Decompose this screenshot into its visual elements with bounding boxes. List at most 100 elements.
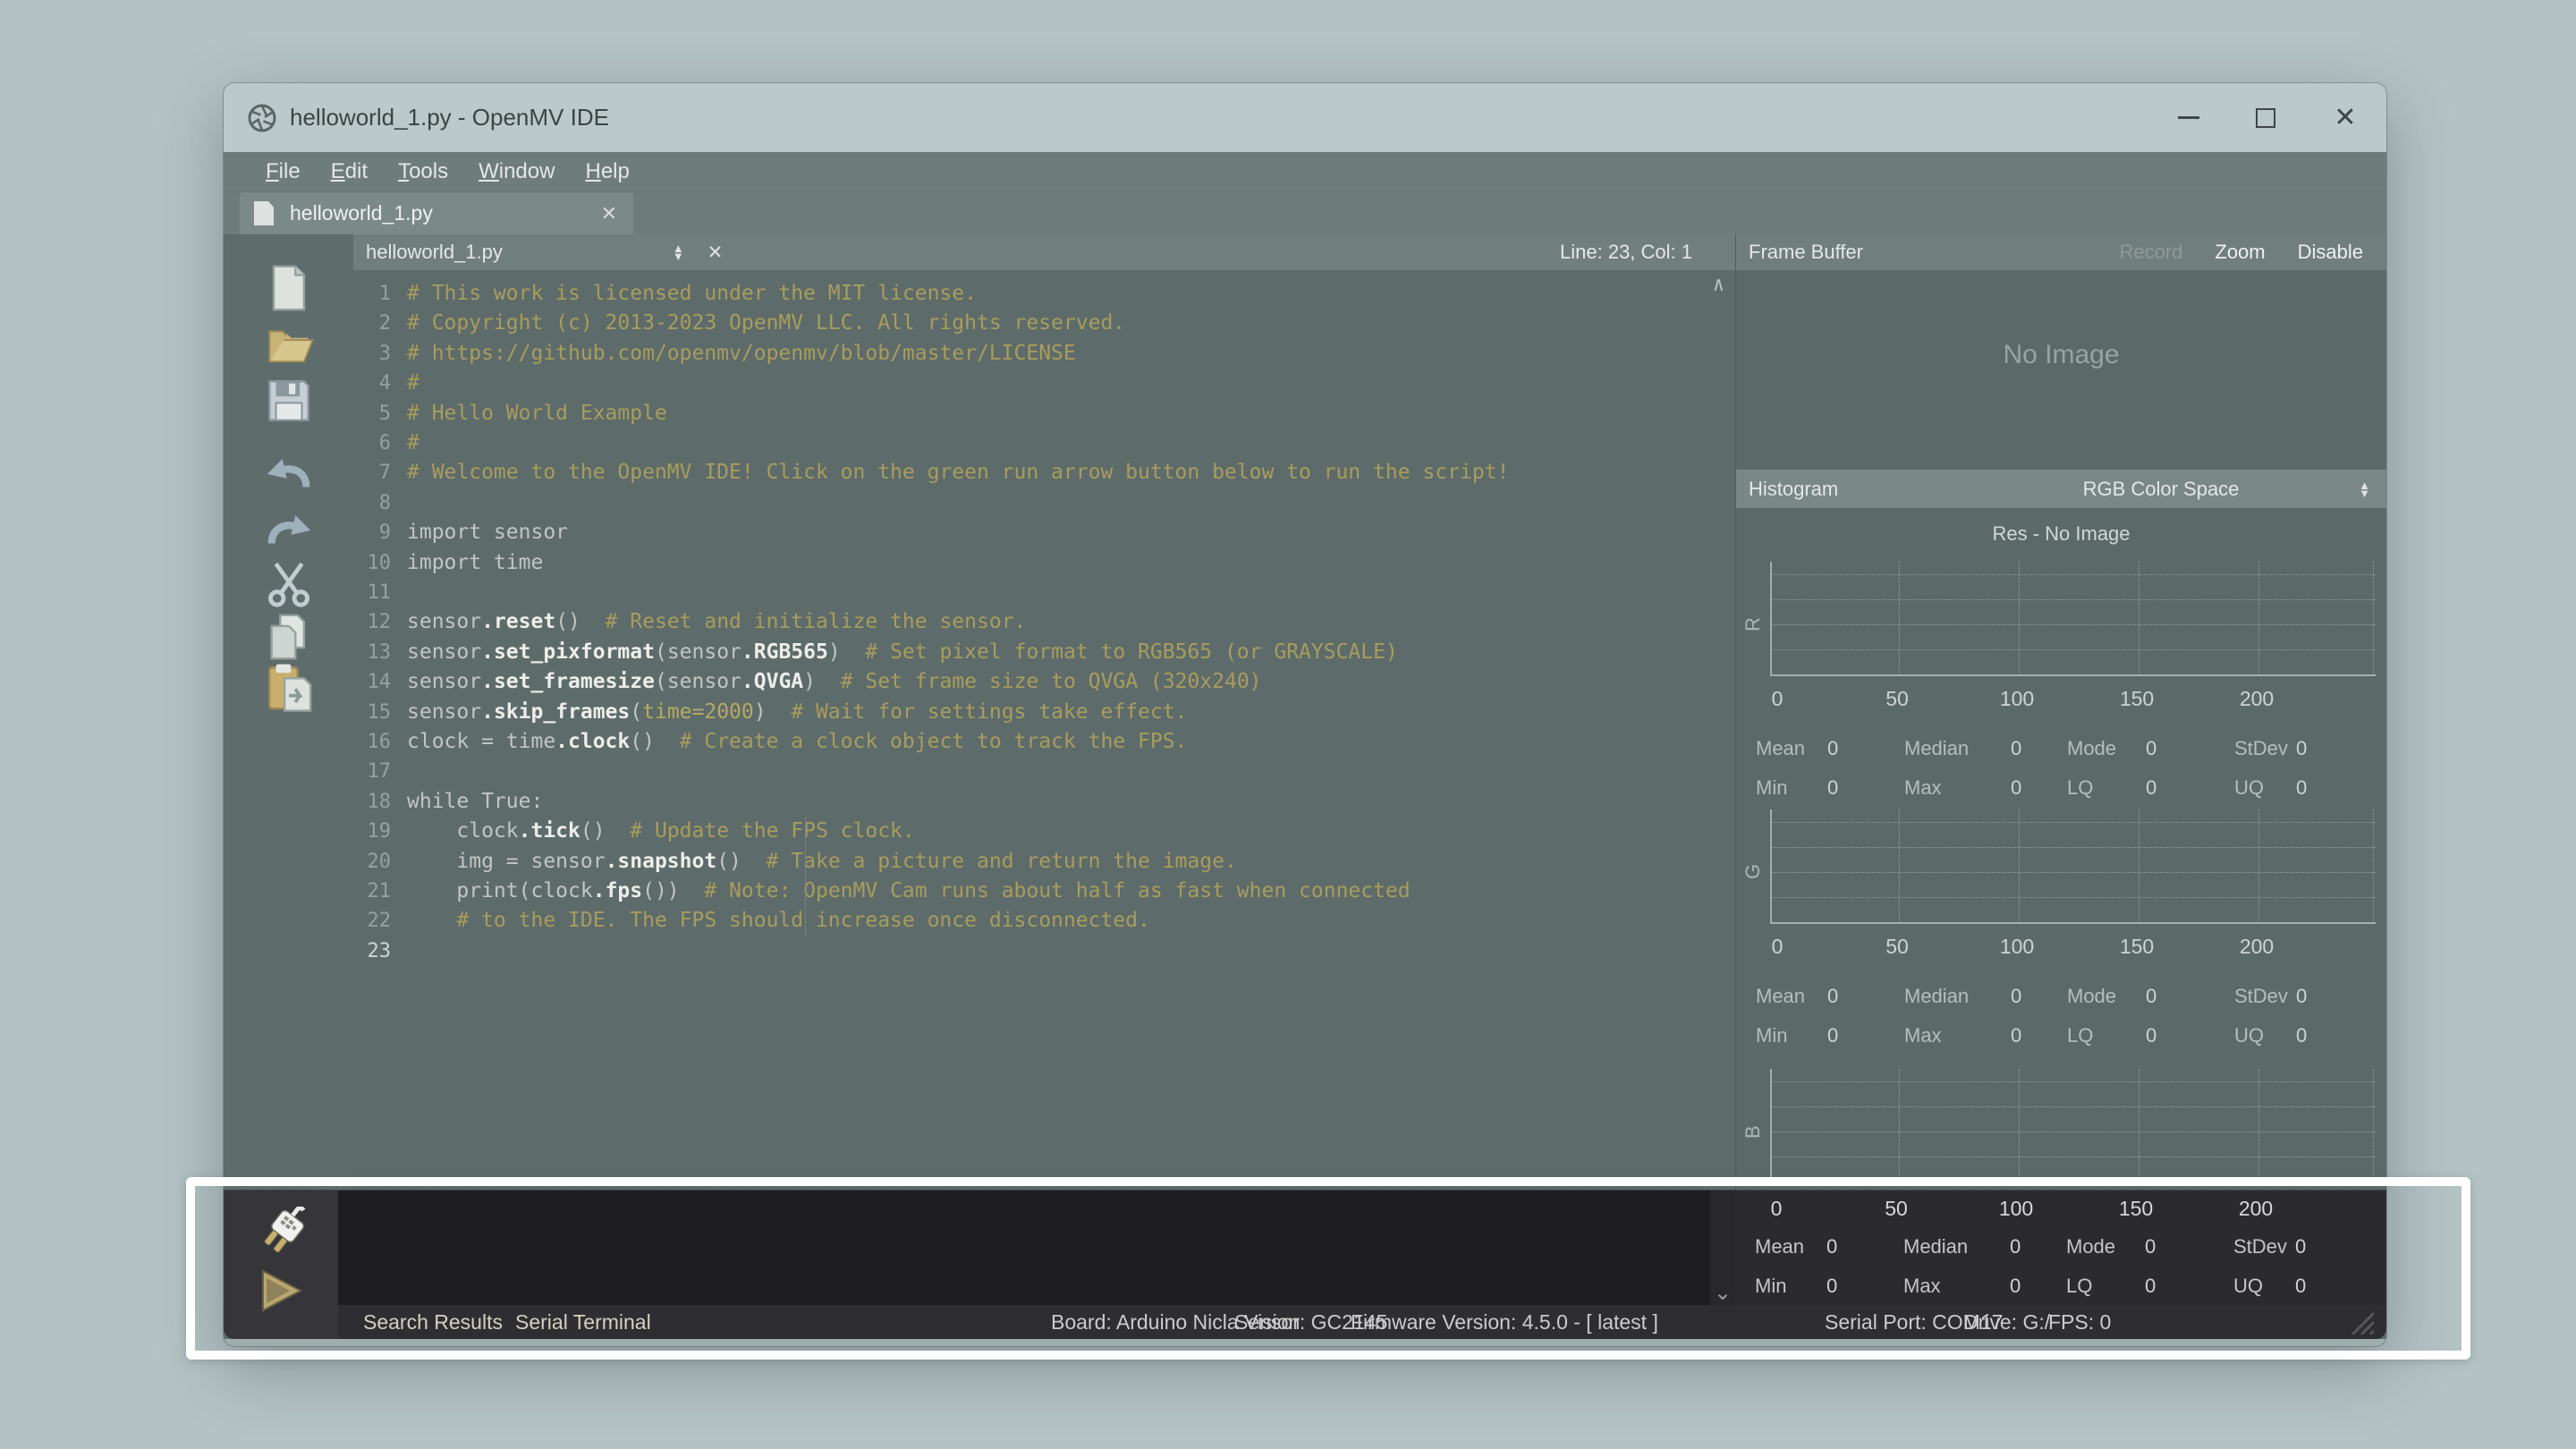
histogram-grid-r [1770, 562, 2376, 676]
open-files-combo[interactable]: helloworld_1.py [366, 241, 503, 264]
menu-item-help[interactable]: Help [570, 159, 644, 184]
code-text: sensor.reset() # Reset and initialize th… [407, 607, 1026, 637]
code-line: 11 [353, 578, 1735, 607]
color-space-select[interactable]: RGB Color Space [2013, 478, 2309, 501]
stat-value-min: 0 [1827, 1024, 1838, 1047]
axis-tick: 0 [1772, 935, 1784, 959]
minimize-icon [2178, 116, 2199, 119]
channel-label-r: R [1741, 608, 1765, 631]
line-number: 23 [353, 936, 400, 966]
open-file-icon[interactable] [263, 318, 315, 370]
cut-icon[interactable] [263, 557, 315, 609]
toolbar [224, 234, 353, 1190]
undo-icon[interactable] [263, 448, 315, 500]
line-number: 17 [353, 757, 400, 786]
pane-tab-search-results[interactable]: Search Results [363, 1305, 503, 1339]
stat-label-min: Min [1755, 1275, 1786, 1298]
stat-label-mean: Mean [1756, 985, 1805, 1008]
line-number: 18 [353, 787, 400, 817]
code-line: 16clock = time.clock() # Create a clock … [353, 727, 1735, 757]
zoom-button[interactable]: Zoom [2215, 241, 2265, 264]
line-number: 3 [353, 339, 400, 369]
stat-value-lq: 0 [2146, 1024, 2157, 1047]
stat-value-max: 0 [2011, 776, 2021, 800]
editor-pane: helloworld_1.py ▲▼ ✕ Line: 23, Col: 1 ∧ … [353, 234, 1735, 1190]
save-file-icon[interactable] [263, 375, 315, 427]
editor-close-icon[interactable]: ✕ [708, 242, 724, 264]
stat-label-median: Median [1904, 737, 1969, 760]
code-line: 10import time [353, 548, 1735, 578]
connect-icon[interactable] [252, 1207, 309, 1260]
stat-label-stdev: StDev [2233, 1235, 2287, 1258]
code-text: # This work is licensed under the MIT li… [407, 279, 977, 309]
channel-label-g: G [1741, 856, 1765, 879]
axis-tick: 150 [2119, 1197, 2153, 1221]
close-button[interactable]: ✕ [2313, 83, 2377, 152]
menu-item-edit[interactable]: Edit [316, 159, 383, 184]
stat-value-mean: 0 [1827, 737, 1838, 760]
menu-item-tools[interactable]: Tools [383, 159, 463, 184]
axis-tick: 0 [1771, 1197, 1783, 1221]
output-pane-body[interactable] [338, 1191, 1710, 1305]
code-line: 15sensor.skip_frames(time=2000) # Wait f… [353, 698, 1735, 727]
stat-label-mean: Mean [1756, 737, 1805, 760]
stat-label-max: Max [1904, 1024, 1942, 1047]
redo-icon[interactable] [263, 504, 315, 556]
line-number: 11 [353, 578, 400, 607]
code-area[interactable]: ∧ 1# This work is licensed under the MIT… [353, 270, 1735, 1190]
menu-item-file[interactable]: File [250, 159, 316, 184]
line-number: 1 [353, 279, 400, 309]
line-number: 10 [353, 548, 400, 578]
code-line: 19 clock.tick() # Update the FPS clock. [353, 817, 1735, 846]
record-button: Record [2119, 241, 2182, 264]
code-line: 18while True: [353, 787, 1735, 817]
editor-scrollbar[interactable]: ⌄ [1710, 1191, 1735, 1305]
new-file-icon[interactable] [263, 262, 315, 314]
run-script-icon[interactable] [256, 1267, 306, 1314]
color-space-arrows-icon[interactable]: ▲▼ [2359, 481, 2370, 497]
stat-label-stdev: StDev [2234, 985, 2288, 1008]
copy-icon[interactable] [263, 611, 315, 663]
stat-value-stdev: 0 [2296, 737, 2307, 760]
code-line: 7# Welcome to the OpenMV IDE! Click on t… [353, 458, 1735, 487]
stat-value-max: 0 [2010, 1275, 2021, 1298]
histogram-blue-stats: 050100150200Mean0Median0Mode0StDev0Min0M… [1735, 1191, 2386, 1305]
stat-value-mode: 0 [2145, 1235, 2156, 1258]
stat-label-mode: Mode [2066, 1235, 2115, 1258]
maximize-button[interactable] [2233, 83, 2298, 152]
code-text: sensor.set_framesize(sensor.QVGA) # Set … [407, 667, 1262, 697]
code-text: clock = time.clock() # Create a clock ob… [407, 727, 1187, 757]
tab-close-icon[interactable]: ✕ [601, 202, 617, 225]
histogram-title: Histogram [1749, 478, 1838, 501]
code-text: # https://github.com/openmv/openmv/blob/… [407, 339, 1076, 369]
tab-helloworld[interactable]: helloworld_1.py ✕ [240, 192, 633, 234]
minimize-button[interactable] [2157, 83, 2221, 152]
combo-arrows-icon[interactable]: ▲▼ [673, 244, 684, 260]
frame-buffer-header: Frame Buffer RecordZoomDisable [1736, 234, 2386, 270]
pane-tab-serial-terminal[interactable]: Serial Terminal [515, 1305, 651, 1339]
scroll-down-icon[interactable]: ⌄ [1714, 1282, 1732, 1305]
resolution-label: Res - No Image [1736, 522, 2386, 546]
line-number: 20 [353, 847, 400, 877]
code-line: 2# Copyright (c) 2013-2023 OpenMV LLC. A… [353, 309, 1735, 338]
stat-label-min: Min [1756, 776, 1787, 800]
code-line: 1# This work is licensed under the MIT l… [353, 279, 1735, 309]
disable-button[interactable]: Disable [2298, 241, 2363, 264]
line-number: 13 [353, 638, 400, 667]
code-text: # [407, 369, 419, 398]
code-text: # to the IDE. The FPS should increase on… [407, 906, 1150, 936]
bottom-pane: ⌄ 050100150200Mean0Median0Mode0StDev0Min… [224, 1190, 2386, 1339]
resize-grip-icon[interactable] [2343, 1311, 2374, 1335]
window-title: helloworld_1.py - OpenMV IDE [290, 104, 609, 131]
code-line: 8 [353, 488, 1735, 518]
code-text: clock.tick() # Update the FPS clock. [407, 817, 915, 846]
line-number: 4 [353, 369, 400, 398]
frame-buffer-panel: Frame Buffer RecordZoomDisable No Image … [1735, 234, 2386, 1190]
code-text: # Welcome to the OpenMV IDE! Click on th… [407, 458, 1509, 487]
stat-value-uq: 0 [2295, 1275, 2306, 1298]
stat-label-lq: LQ [2067, 1024, 2093, 1047]
stat-label-uq: UQ [2234, 776, 2264, 800]
paste-icon[interactable] [263, 661, 315, 713]
menu-item-window[interactable]: Window [463, 159, 570, 184]
code-line: 4# [353, 369, 1735, 398]
